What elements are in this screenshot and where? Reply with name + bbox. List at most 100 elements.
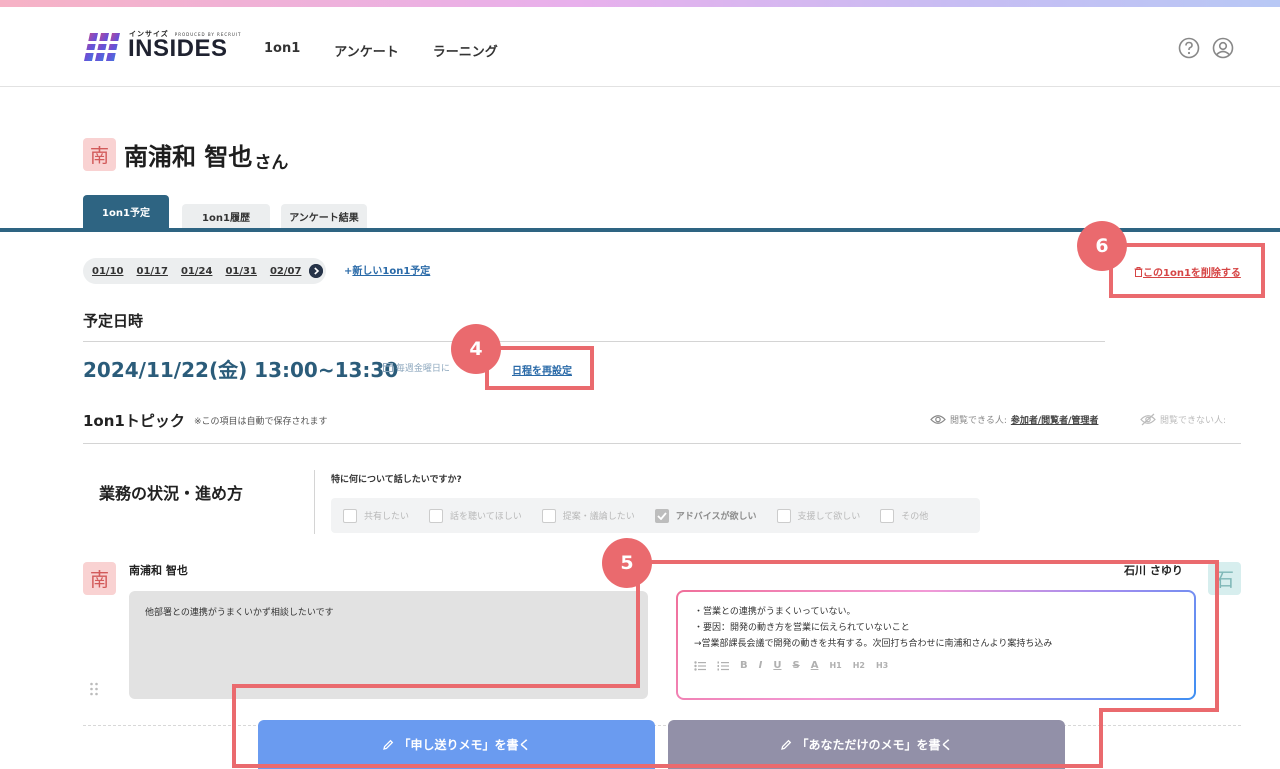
delete-1on1-label: この1on1を削除する bbox=[1143, 268, 1241, 279]
option-label: 支援して欲しい bbox=[797, 512, 861, 522]
logo-mark-icon bbox=[84, 33, 122, 61]
option-label: 話を聴いてほしい bbox=[450, 512, 522, 522]
tab-survey-results[interactable]: アンケート結果 bbox=[281, 204, 367, 228]
memo-line: ・要因：開発の動き方を営業に伝えられていないこと bbox=[694, 623, 910, 633]
top-gradient-bar bbox=[0, 0, 1280, 7]
schedule-label: 予定日時 bbox=[83, 312, 144, 330]
insides-logo[interactable]: インサイズ PRODUCED BY RECRUIT INSIDES bbox=[84, 29, 241, 65]
checkbox[interactable] bbox=[776, 508, 791, 523]
pencil-icon bbox=[781, 739, 792, 750]
repeat-text: 毎週金曜日に bbox=[395, 364, 450, 374]
write-private-memo-button[interactable]: 「あなただけのメモ」を書く bbox=[668, 720, 1065, 769]
step-badge-4: 4 bbox=[451, 324, 501, 374]
option-support[interactable]: 支援して欲しい bbox=[776, 508, 861, 523]
bold-button[interactable]: B bbox=[740, 658, 748, 674]
strikethrough-button[interactable]: S bbox=[792, 658, 799, 674]
button-label: 「申し送りメモ」を書く bbox=[398, 738, 531, 752]
avatar: 南 bbox=[83, 562, 116, 595]
tab-1on1-history[interactable]: 1on1履歴 bbox=[182, 204, 270, 228]
check-icon bbox=[657, 511, 667, 520]
manager-avatar: 石 bbox=[1208, 562, 1241, 595]
checkbox[interactable] bbox=[429, 508, 444, 523]
tab-1on1-schedule[interactable]: 1on1予定 bbox=[83, 195, 169, 228]
option-label: アドバイスが欲しい bbox=[675, 512, 757, 522]
checkbox[interactable] bbox=[541, 508, 556, 523]
nav-learning[interactable]: ラーニング bbox=[433, 41, 498, 60]
viewers-link[interactable]: 参加者/閲覧者/管理者 bbox=[1011, 413, 1099, 426]
non-viewers-label: 閲覧できない人: bbox=[1160, 416, 1227, 426]
step-badge-6: 6 bbox=[1077, 221, 1127, 271]
divider bbox=[83, 341, 1105, 342]
manager-memo-editor[interactable]: ・営業との連携がうまくいっていない。 ・要因：開発の動き方を営業に伝えられていな… bbox=[676, 590, 1196, 700]
option-share[interactable]: 共有したい bbox=[343, 508, 410, 523]
option-label: 提案・議論したい bbox=[562, 512, 635, 522]
option-label: その他 bbox=[901, 512, 929, 522]
option-other[interactable]: その他 bbox=[880, 508, 929, 523]
date-link[interactable]: 01/24 bbox=[181, 266, 212, 277]
topic-options: 共有したい 話を聴いてほしい 提案・議論したい アドバイスが欲しい 支援して欲し… bbox=[331, 498, 980, 533]
date-link[interactable]: 02/07 bbox=[270, 266, 301, 277]
write-handover-memo-button[interactable]: 「申し送りメモ」を書く bbox=[258, 720, 655, 769]
option-listen[interactable]: 話を聴いてほしい bbox=[429, 508, 522, 523]
drag-handle-icon[interactable] bbox=[89, 682, 99, 696]
delete-1on1-link[interactable]: この1on1を削除する bbox=[1134, 264, 1241, 279]
text-color-button[interactable]: A bbox=[811, 658, 819, 674]
reschedule-link[interactable]: 日程を再設定 bbox=[512, 362, 572, 377]
logo-text: INSIDES bbox=[128, 35, 228, 62]
manager-name: 石川 さゆり bbox=[1124, 564, 1183, 577]
avatar: 南 bbox=[83, 138, 116, 171]
divider bbox=[83, 443, 1241, 444]
pencil-icon bbox=[383, 739, 394, 750]
eye-icon bbox=[930, 415, 946, 424]
eye-off-icon bbox=[1140, 413, 1156, 426]
underline-button[interactable]: U bbox=[773, 658, 781, 674]
nav-survey[interactable]: アンケート bbox=[334, 41, 398, 60]
app-header: インサイズ PRODUCED BY RECRUIT INSIDES 1on1 アン… bbox=[0, 7, 1280, 87]
calendar-repeat-icon bbox=[383, 363, 393, 372]
numbered-list-icon[interactable] bbox=[717, 661, 729, 671]
bullet-list-icon[interactable] bbox=[694, 661, 706, 671]
schedule-datetime: 2024/11/22(金) 13:00~13:30 bbox=[83, 358, 399, 382]
checkbox[interactable] bbox=[343, 508, 357, 523]
viewers-label: 閲覧できる人: bbox=[950, 416, 1007, 426]
date-link[interactable]: 01/10 bbox=[92, 266, 123, 277]
member-memo-text: 他部署との連携がうまくいかず相談したいです bbox=[145, 608, 334, 618]
member-memo: 他部署との連携がうまくいかず相談したいです bbox=[129, 591, 648, 699]
member-name: 南浦和 智也 bbox=[129, 564, 188, 577]
option-label: 共有したい bbox=[364, 512, 410, 522]
h3-button[interactable]: H3 bbox=[876, 658, 888, 674]
topic-question: 特に何について話したいですか? bbox=[331, 475, 462, 485]
name-suffix: さん bbox=[254, 153, 289, 173]
checkbox-checked[interactable] bbox=[654, 508, 669, 523]
topic-name: 業務の状況・進め方 bbox=[99, 484, 244, 503]
chevron-right-icon[interactable] bbox=[309, 264, 323, 278]
new-1on1-link[interactable]: +新しい1on1予定 bbox=[344, 262, 430, 277]
user-account-icon[interactable] bbox=[1212, 37, 1234, 59]
vertical-divider bbox=[314, 470, 315, 534]
option-propose[interactable]: 提案・議論したい bbox=[541, 508, 635, 523]
date-link[interactable]: 01/17 bbox=[136, 266, 167, 277]
trash-icon bbox=[1134, 267, 1143, 277]
repeat-info: 毎週金曜日に bbox=[383, 361, 450, 374]
button-label: 「あなただけのメモ」を書く bbox=[796, 738, 953, 752]
h2-button[interactable]: H2 bbox=[853, 658, 865, 674]
italic-button[interactable]: I bbox=[759, 658, 763, 674]
topic-title: 1on1トピック bbox=[83, 412, 185, 430]
editor-toolbar: B I U S A H1 H2 H3 bbox=[694, 658, 1178, 674]
option-advice[interactable]: アドバイスが欲しい bbox=[654, 508, 757, 523]
h1-button[interactable]: H1 bbox=[829, 658, 841, 674]
main-nav: 1on1 アンケート ラーニング bbox=[264, 41, 498, 60]
memo-line: ・営業との連携がうまくいっていない。 bbox=[694, 607, 856, 617]
person-title: 南 南浦和 智也 さん bbox=[83, 137, 289, 173]
date-link[interactable]: 01/31 bbox=[225, 266, 256, 277]
checkbox[interactable] bbox=[880, 508, 895, 523]
viewers-info: 閲覧できる人: 参加者/閲覧者/管理者 bbox=[930, 413, 1098, 426]
nav-1on1[interactable]: 1on1 bbox=[264, 41, 300, 60]
dashed-divider bbox=[83, 725, 1241, 726]
person-name: 南浦和 智也 bbox=[124, 143, 253, 171]
step-badge-5: 5 bbox=[602, 538, 652, 588]
non-viewers-info: 閲覧できない人: bbox=[1140, 413, 1226, 426]
new-1on1-label: 新しい1on1予定 bbox=[352, 266, 431, 277]
autosave-note: ※この項目は自動で保存されます bbox=[194, 417, 328, 427]
help-icon[interactable] bbox=[1178, 37, 1200, 59]
